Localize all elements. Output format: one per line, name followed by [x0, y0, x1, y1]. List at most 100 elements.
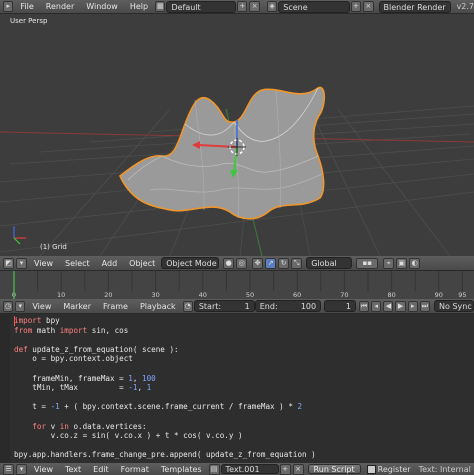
render-engine-select[interactable]: Blender Render [378, 0, 451, 13]
jump-end-icon[interactable]: ⏭ [419, 300, 431, 312]
layer-buttons-icon[interactable]: ▪▪ [356, 257, 379, 269]
timeline-menu-frame[interactable]: Frame [97, 302, 134, 311]
menu-object[interactable]: Object [123, 259, 161, 268]
scene-icon[interactable]: ◈ [266, 1, 278, 12]
menu-help[interactable]: Help [124, 2, 154, 11]
menu-file[interactable]: File [14, 2, 39, 11]
text-editor-type-icon[interactable]: ☰ [3, 463, 14, 475]
add-scene-icon[interactable]: + [350, 1, 362, 12]
orientation-select[interactable]: Global [306, 257, 353, 269]
text-menu-toggle-icon[interactable]: ▾ [16, 463, 27, 475]
text-menu-view[interactable]: View [28, 465, 59, 474]
timeline-menu-playback[interactable]: Playback [134, 302, 182, 311]
play-reverse-icon[interactable]: ◀ [383, 300, 394, 312]
axis-orientation-widget [13, 226, 26, 245]
snap-icon[interactable]: ⌖ [383, 257, 395, 269]
remove-layout-icon[interactable]: × [249, 1, 260, 12]
code-line[interactable]: bpy.app.handlers.frame_change_pre.append… [14, 450, 316, 460]
menu-view[interactable]: View [28, 259, 59, 268]
snap-element-icon[interactable]: ▣ [396, 257, 408, 269]
menu-select[interactable]: Select [59, 259, 96, 268]
text-menu-templates[interactable]: Templates [155, 465, 208, 474]
object-label: (1) Grid [40, 243, 67, 251]
end-label: End: [259, 302, 278, 311]
screen-layout-field[interactable]: Default [166, 0, 237, 13]
preview-range-icon[interactable]: ◔ [182, 300, 193, 312]
timeline-tick-label: 10 [57, 291, 65, 299]
end-frame-field[interactable]: End: 100 [254, 300, 322, 312]
code-token: o = bpy.context.object [14, 354, 133, 364]
code-token: from [14, 325, 33, 335]
code-line[interactable]: o = bpy.context.object [14, 354, 133, 364]
jump-start-icon[interactable]: ⏮ [358, 300, 370, 312]
3d-viewport[interactable]: User Persp (1) Grid [0, 14, 474, 256]
menu-window[interactable]: Window [80, 2, 124, 11]
menu-toggle-icon[interactable]: ▾ [16, 257, 27, 269]
code-line[interactable]: tMin, tMax = -1, 1 [14, 383, 151, 393]
add-layout-icon[interactable]: + [237, 1, 248, 12]
code-line[interactable]: t = -1 + ( bpy.context.scene.frame_curre… [14, 402, 302, 412]
next-key-icon[interactable]: ▸ [407, 300, 418, 312]
pivot-point-icon[interactable]: ◎ [236, 257, 248, 269]
mode-select[interactable]: Object Mode [161, 257, 220, 269]
menu-render[interactable]: Render [40, 2, 80, 11]
editor-type-icon[interactable]: ▸ [3, 1, 14, 12]
mode-label: Object Mode [166, 259, 217, 268]
register-checkbox[interactable]: Register [366, 464, 411, 474]
code-token: def [14, 344, 28, 354]
viewport-shading-icon[interactable]: ● [223, 257, 235, 269]
timeline-tick-label: 50 [246, 291, 254, 299]
code-token: -1 [50, 402, 60, 412]
scale-icon[interactable]: ⤡ [291, 257, 303, 269]
text-menu-text[interactable]: Text [59, 465, 87, 474]
code-token: math [32, 325, 60, 335]
text-datablock-icon[interactable]: ▤ [208, 463, 220, 475]
timeline[interactable]: 010203040506070809095 [0, 271, 474, 299]
text-editor[interactable]: import bpy from math import sin, cos def u… [0, 314, 474, 463]
remove-scene-icon[interactable]: × [363, 1, 374, 12]
current-frame-field[interactable]: 1 [324, 300, 356, 312]
grid-object[interactable] [119, 86, 326, 220]
code-token: v [46, 421, 60, 431]
code-token: tMin, tMax = [14, 383, 129, 393]
manipulator-toggle-icon[interactable]: ✥ [252, 257, 264, 269]
play-icon[interactable]: ▶ [395, 300, 406, 312]
rotate-icon[interactable]: ↻ [278, 257, 290, 269]
timeline-tick-label: 90 [435, 291, 443, 299]
start-value: 1 [244, 302, 250, 311]
screen-layout-icon[interactable]: ▦ [155, 1, 166, 12]
render-preview-icon[interactable]: ◐ [409, 257, 421, 269]
info-header: ▸ File Render Window Help ▦ Default + × … [0, 0, 474, 14]
code-line[interactable]: v.co.z = sin( v.co.x ) + t * cos( v.co.y… [14, 431, 243, 441]
timeline-tick-label: 95 [458, 291, 466, 299]
timeline-tick-label: 40 [199, 291, 207, 299]
new-text-icon[interactable]: + [279, 463, 291, 475]
code-token: sin, cos [87, 325, 129, 335]
viewport-canvas [0, 86, 474, 256]
code-token: for [32, 421, 47, 431]
code-line[interactable]: from math import sin, cos [14, 326, 128, 336]
timeline-editor-type-icon[interactable]: ◷ [3, 300, 14, 312]
unlink-text-icon[interactable]: × [292, 463, 304, 475]
text-name-field[interactable]: Text.001 [220, 464, 279, 474]
timeline-menu-marker[interactable]: Marker [57, 302, 97, 311]
code-token: import [59, 325, 88, 335]
text-menu-format[interactable]: Format [115, 465, 155, 474]
timeline-menu-view[interactable]: View [26, 302, 57, 311]
code-token: , [132, 373, 143, 383]
code-token: v.co.z = sin( v.co.x ) + t * cos( v.co.y… [14, 431, 243, 441]
timeline-tick-label: 70 [340, 291, 348, 299]
scene-field[interactable]: Scene [278, 0, 350, 13]
prev-key-icon[interactable]: ◂ [371, 300, 382, 312]
end-value: 100 [300, 302, 317, 311]
start-frame-field[interactable]: Start: 1 [193, 300, 255, 312]
sync-select[interactable]: No Sync [434, 300, 474, 312]
timeline-header: ◷ ▾ View Marker Frame Playback ◔ Start: … [0, 299, 474, 314]
timeline-menu-toggle-icon[interactable]: ▾ [15, 300, 26, 312]
text-menu-edit[interactable]: Edit [87, 465, 115, 474]
menu-add[interactable]: Add [96, 259, 124, 268]
view3d-editor-type-icon[interactable]: ◩ [3, 257, 14, 269]
translate-icon[interactable]: ↗ [265, 257, 277, 269]
run-script-button[interactable]: Run Script [307, 464, 361, 474]
version-label: v2.7 [456, 2, 474, 11]
